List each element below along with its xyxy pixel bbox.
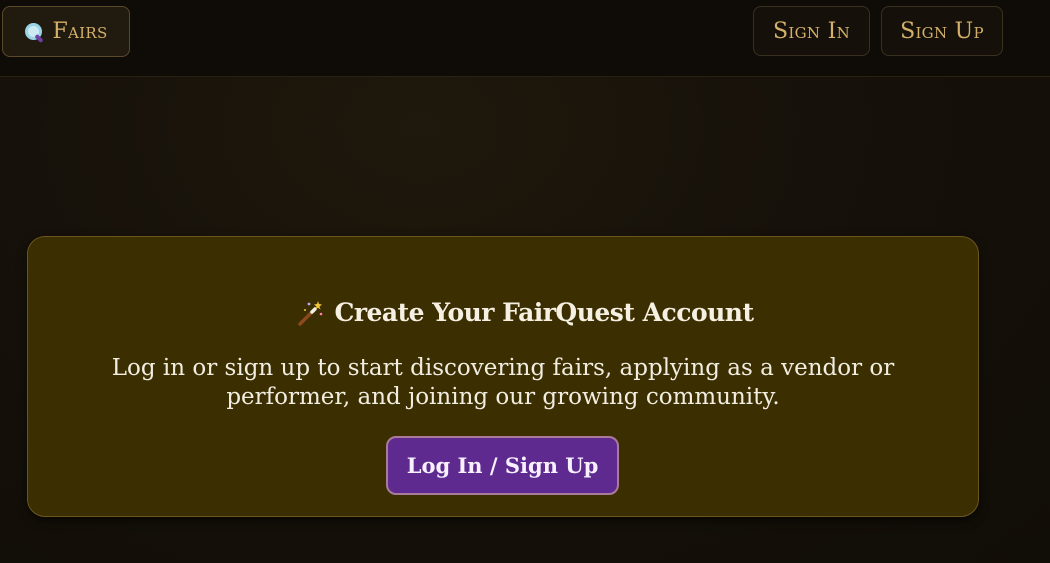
card-heading: Create Your FairQuest Account xyxy=(0,298,1050,327)
login-signup-label: Log In / Sign Up xyxy=(406,453,599,478)
login-signup-button[interactable]: Log In / Sign Up xyxy=(386,436,619,495)
magnifier-icon xyxy=(24,22,45,43)
card-title-text: Create Your FairQuest Account xyxy=(334,298,754,327)
sign-up-label: Sign Up xyxy=(900,18,984,44)
sign-in-label: Sign In xyxy=(772,18,850,44)
sign-up-button[interactable]: Sign Up xyxy=(881,6,1003,56)
sign-in-button[interactable]: Sign In xyxy=(753,6,870,56)
card-description: Log in or sign up to start discovering f… xyxy=(111,355,895,410)
fairs-button[interactable]: Fairs xyxy=(2,6,130,57)
fairs-button-label: Fairs xyxy=(52,19,108,44)
magic-wand-icon xyxy=(298,300,323,326)
